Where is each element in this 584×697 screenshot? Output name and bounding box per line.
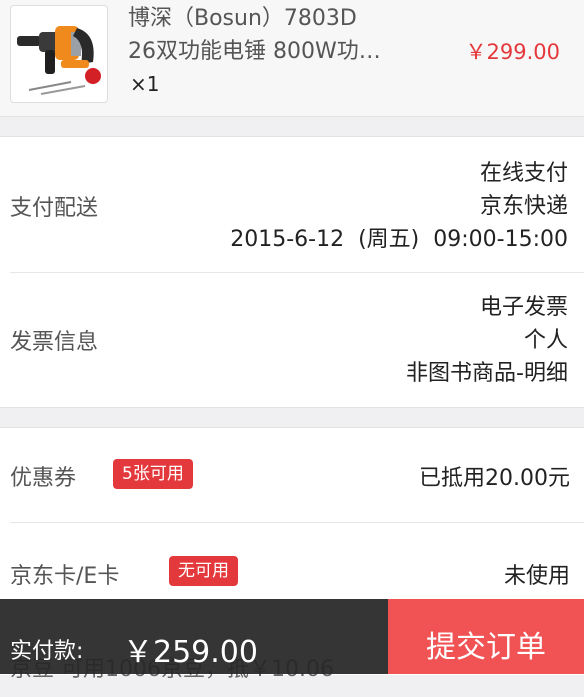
invoice-type: 电子发票 [479,295,568,320]
payment-delivery-values: 在线支付 京东快递 2015-6-12 (周五) 09:00-15:00 [230,157,568,256]
total-bar: 实付款: ￥259.00 [0,599,388,674]
hammer-drill-image [17,26,101,95]
payment-delivery-label: 支付配送 [10,196,99,221]
pay-amount: ￥259.00 [123,635,258,670]
submit-order-button[interactable]: 提交订单 [388,599,584,674]
product-quantity: ×1 [130,72,160,96]
order-settings-section: 支付配送 在线支付 京东快递 2015-6-12 (周五) 09:00-15:0… [0,136,584,408]
invoice-values: 电子发票 个人 非图书商品-明细 [406,291,568,390]
checkout-footer: 实付款: ￥259.00 提交订单 [0,599,584,674]
product-item[interactable]: 博深（Bosun）7803D 26双功能电锤 800W功… ×1 ￥299.00 [0,0,584,117]
shipping-method: 京东快递 [479,194,568,219]
coupon-value: 已抵用20.00元 [419,466,570,491]
product-thumbnail[interactable] [10,5,108,103]
jd-card-label: 京东卡/E卡 [10,564,120,589]
coupon-label: 优惠券 [10,466,77,491]
invoice-content: 非图书商品-明细 [406,361,568,386]
invoice-row[interactable]: 发票信息 电子发票 个人 非图书商品-明细 [10,273,584,407]
invoice-label: 发票信息 [10,330,99,355]
coupon-badge: 5张可用 [113,459,193,489]
payment-delivery-row[interactable]: 支付配送 在线支付 京东快递 2015-6-12 (周五) 09:00-15:0… [10,137,584,272]
product-title-line2: 26双功能电锤 800W功… [128,39,381,64]
product-title-line1: 博深（Bosun）7803D [128,6,357,31]
invoice-title: 个人 [523,328,568,353]
delivery-time: 2015-6-12 (周五) 09:00-15:00 [230,227,568,252]
jd-card-value: 未使用 [503,564,570,589]
product-title[interactable]: 博深（Bosun）7803D 26双功能电锤 800W功… [128,2,443,68]
pay-label: 实付款: [10,639,84,664]
coupon-row[interactable]: 优惠券 5张可用 已抵用20.00元 [10,428,584,522]
product-price: ￥299.00 [465,40,560,64]
jd-card-badge: 无可用 [169,556,238,586]
payment-method: 在线支付 [479,161,568,186]
